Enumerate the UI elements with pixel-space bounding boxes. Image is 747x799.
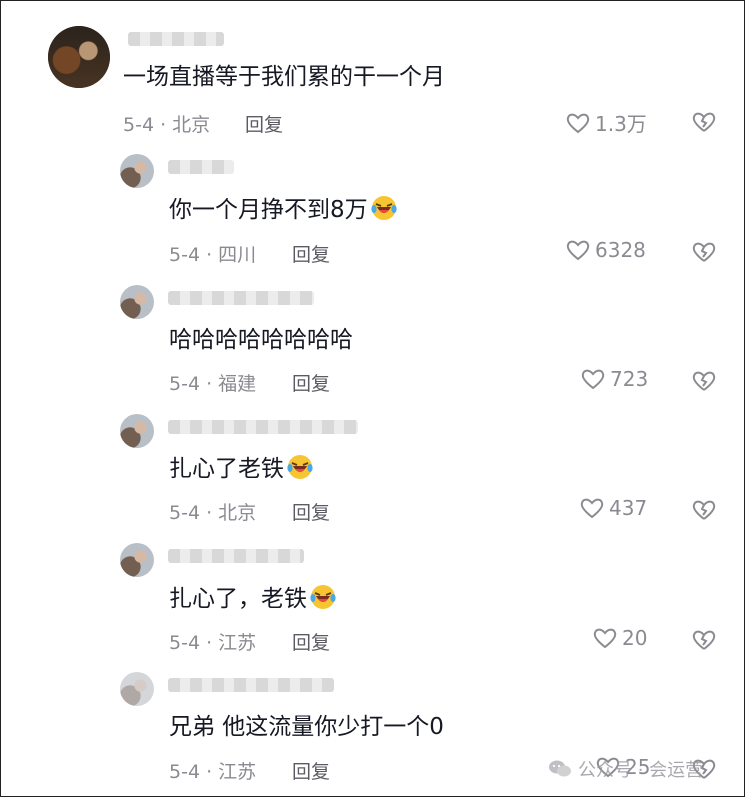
comment-text-content: 你一个月挣不到8万 (169, 197, 368, 223)
like-count: 723 (610, 367, 649, 391)
username-blurred[interactable] (168, 678, 334, 692)
heart-outline-icon (566, 113, 590, 133)
like-count: 20 (622, 626, 648, 650)
comment-text-content: 扎心了，老铁 (169, 586, 307, 612)
comment-meta: 5-4 · 江苏 (169, 632, 257, 654)
comment-text: 你一个月挣不到8万 (169, 195, 397, 225)
heart-outline-icon (580, 498, 604, 519)
avatar[interactable] (120, 672, 154, 706)
reply-button[interactable]: 回复 (292, 240, 330, 267)
avatar[interactable] (120, 543, 154, 577)
comment-text: 兄弟 他这流量你少打一个0 (169, 714, 444, 740)
broken-heart-icon[interactable] (691, 628, 717, 652)
comment-meta: 5-4 · 江苏 (169, 761, 257, 783)
like-count: 6328 (595, 238, 646, 262)
comment-text-content: 扎心了老铁 (169, 456, 284, 482)
reply-button[interactable]: 回复 (292, 628, 330, 655)
avatar[interactable] (120, 414, 154, 448)
reply-button[interactable]: 回复 (292, 757, 330, 784)
comment-text: 哈哈哈哈哈哈哈哈 (169, 327, 353, 353)
comment-meta: 5-4 · 福建 (169, 373, 257, 395)
username-blurred[interactable] (128, 32, 224, 46)
broken-heart-icon[interactable] (691, 240, 717, 264)
username-blurred[interactable] (168, 549, 304, 563)
like-button[interactable]: 6328 (565, 238, 646, 262)
wechat-icon (549, 760, 571, 777)
comment-text: 扎心了，老铁 (169, 584, 336, 614)
watermark-text: 公众号 · 会运营 (578, 760, 704, 781)
laughing-crying-emoji (310, 585, 336, 609)
username-blurred[interactable] (168, 420, 358, 434)
comment-meta: 5-4 · 北京 (169, 502, 257, 524)
like-button[interactable]: 437 (579, 496, 647, 520)
avatar[interactable] (48, 26, 110, 88)
laughing-crying-emoji (371, 196, 397, 220)
heart-outline-icon (566, 240, 590, 261)
broken-heart-icon[interactable] (691, 110, 717, 134)
heart-outline-icon (581, 369, 605, 390)
reply-button[interactable]: 回复 (245, 110, 283, 137)
broken-heart-icon[interactable] (691, 498, 717, 522)
username-blurred[interactable] (168, 160, 234, 174)
like-button[interactable]: 723 (580, 367, 648, 391)
broken-heart-icon[interactable] (691, 369, 717, 393)
comment-text: 一场直播等于我们累的干一个月 (123, 64, 445, 90)
username-blurred[interactable] (168, 291, 314, 305)
comment-text: 扎心了老铁 (169, 454, 313, 484)
avatar[interactable] (120, 154, 154, 188)
watermark: 公众号 · 会运营 (548, 756, 703, 782)
comment-meta: 5-4 · 北京 (123, 114, 211, 136)
reply-button[interactable]: 回复 (292, 369, 330, 396)
like-count: 1.3万 (595, 112, 647, 136)
like-button[interactable]: 1.3万 (565, 108, 647, 137)
like-count: 437 (609, 496, 648, 520)
reply-button[interactable]: 回复 (292, 498, 330, 525)
like-button[interactable]: 20 (592, 626, 647, 650)
comment-meta: 5-4 · 四川 (169, 244, 257, 266)
laughing-crying-emoji (287, 455, 313, 479)
avatar[interactable] (120, 285, 154, 319)
heart-outline-icon (593, 628, 617, 649)
